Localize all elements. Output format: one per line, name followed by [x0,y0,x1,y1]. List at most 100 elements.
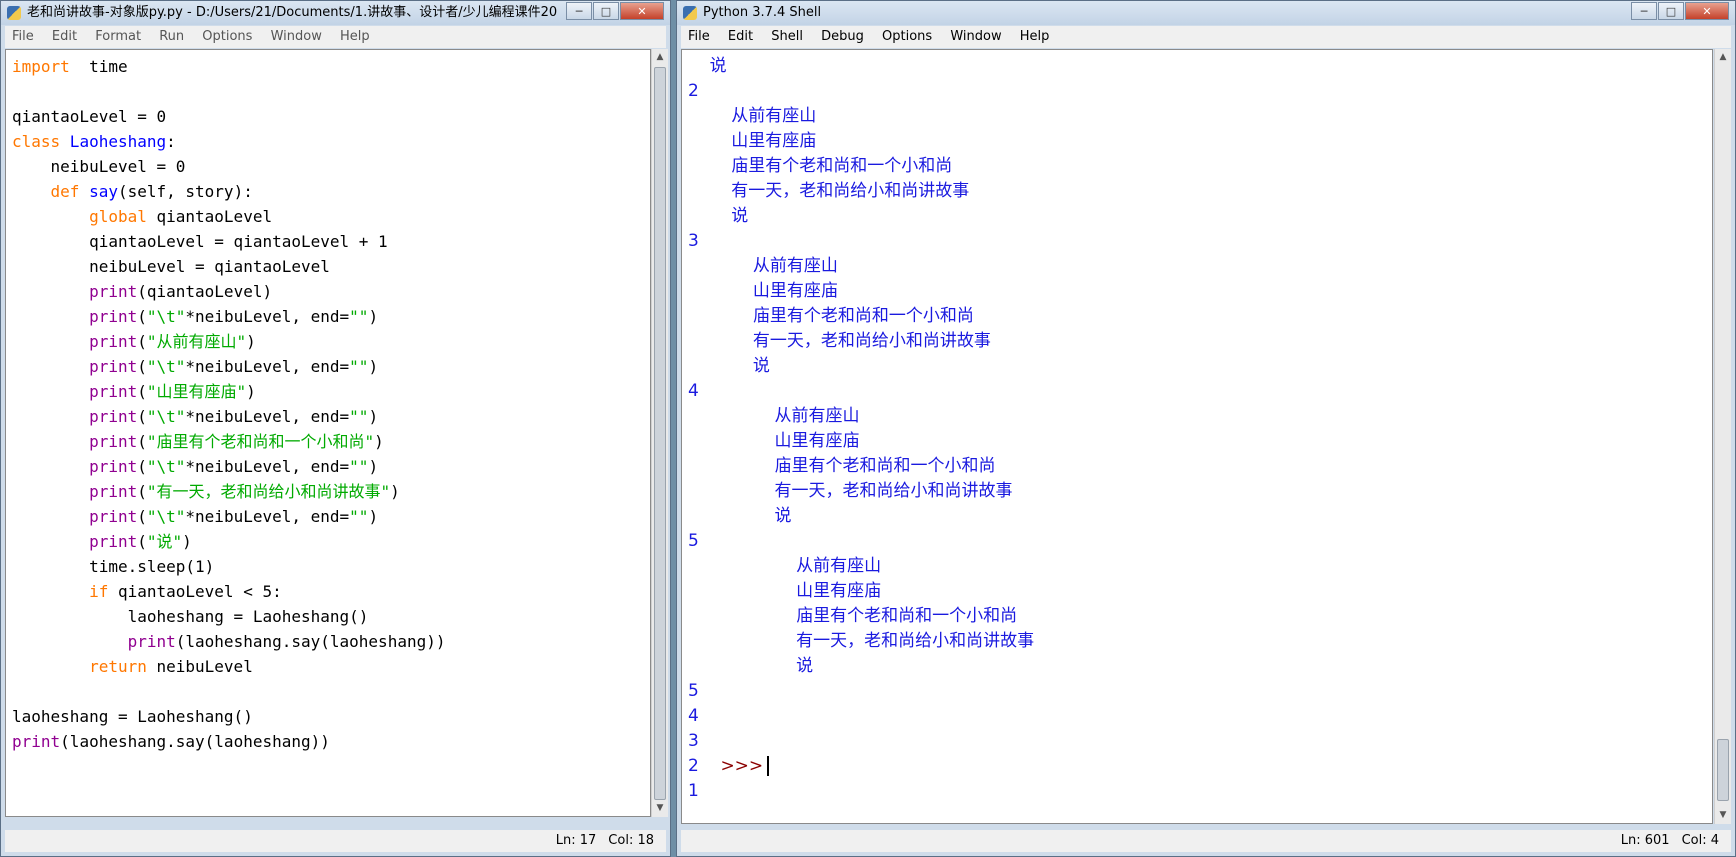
code-token: : [166,132,176,151]
shell-output-line: 4 [688,706,699,726]
text-cursor [767,756,770,776]
code-token: "" [349,457,369,476]
menu-options[interactable]: Options [882,29,932,44]
maximize-button[interactable]: □ [1658,2,1684,20]
menu-format[interactable]: Format [95,29,141,44]
shell-output-line: 5 [688,531,699,551]
editor-menubar: File Edit Format Run Options Window Help [5,26,666,48]
scroll-thumb[interactable] [1717,739,1729,801]
code-token: *neibuLevel, end= [185,457,350,476]
scroll-down-icon[interactable]: ▼ [652,800,668,817]
close-button[interactable]: ✕ [620,2,664,20]
code-token: qiantaoLevel [146,207,273,226]
shell-prompt-line[interactable]: >>> [688,729,770,776]
code-token: def [50,182,80,201]
shell-output[interactable]: 说 2 从前有座山 山里有座庙 庙里有个老和尚和一个小和尚 有一天，老和尚给小和尚… [681,49,1713,824]
code-line: print("\t"*neibuLevel, end="") [12,504,445,529]
code-line: neibuLevel = qiantaoLevel [12,254,445,279]
minimize-button[interactable]: ─ [1631,2,1657,20]
editor-titlebar[interactable]: 老和尚讲故事-对象版py.py - D:/Users/21/Documents/… [1,1,670,25]
code-editor[interactable]: import time qiantaoLevel = 0 class Laohesh… [5,49,651,817]
menu-window[interactable]: Window [271,29,322,44]
code-token: print [89,482,138,501]
code-token: laoheshang = Laoheshang() [12,707,253,726]
code-token: "" [349,357,369,376]
shell-scrollbar[interactable]: ▲ ▼ [1714,49,1731,824]
menu-edit[interactable]: Edit [728,29,753,44]
scroll-up-icon[interactable]: ▲ [1715,49,1731,66]
menu-file[interactable]: File [12,29,34,44]
shell-output-line: 庙里有个老和尚和一个小和尚 [688,156,953,176]
code-token: print [89,432,138,451]
menu-file[interactable]: File [688,29,710,44]
menu-options[interactable]: Options [202,29,252,44]
code-line: print("说") [12,529,445,554]
code-line: print("山里有座庙") [12,379,445,404]
maximize-button[interactable]: □ [593,2,619,20]
shell-output-line: 山里有座庙 [688,581,882,601]
editor-scrollbar[interactable]: ▲ ▼ [651,49,668,817]
python-shell-icon [683,6,697,20]
code-token: print [89,382,138,401]
minimize-button[interactable]: ─ [566,2,592,20]
code-token: *neibuLevel, end= [185,307,350,326]
code-token: print [89,357,138,376]
code-token: neibuLevel [146,657,253,676]
scroll-thumb[interactable] [654,67,666,800]
menu-window[interactable]: Window [950,29,1001,44]
code-line: time.sleep(1) [12,554,445,579]
shell-output-line: 有一天，老和尚给小和尚讲故事 [688,181,970,201]
status-col: Col: 18 [608,833,654,848]
code-token: print [12,732,61,751]
code-token: qiantaoLevel = 0 [12,107,167,126]
code-token: ) [368,357,379,376]
close-button[interactable]: ✕ [1685,2,1729,20]
code-token: ) [246,332,256,351]
code-token: say [79,182,118,201]
code-line: print(qiantaoLevel) [12,279,445,304]
menu-run[interactable]: Run [159,29,184,44]
shell-output-line: 山里有座庙 [688,131,817,151]
shell-output-line: 说 [688,56,727,76]
status-line: Ln: 17 [555,833,597,848]
code-token: print [89,332,138,351]
code-token: "说" [146,532,183,551]
scroll-down-icon[interactable]: ▼ [1715,807,1731,824]
shell-titlebar[interactable]: Python 3.7.4 Shell ─ □ ✕ [677,1,1735,25]
code-token: if [89,582,109,601]
code-token: print [127,632,176,651]
code-token: class [12,132,61,151]
code-line: print("从前有座山") [12,329,445,354]
code-token: "\t" [146,457,186,476]
menu-help[interactable]: Help [1020,29,1050,44]
code-token: print [89,532,138,551]
code-line: if qiantaoLevel < 5: [12,579,445,604]
menu-edit[interactable]: Edit [52,29,77,44]
menu-shell[interactable]: Shell [771,29,803,44]
code-line: print("\t"*neibuLevel, end="") [12,404,445,429]
code-token: "山里有座庙" [146,382,247,401]
menu-debug[interactable]: Debug [821,29,864,44]
code-token: ) [368,407,379,426]
code-token: neibuLevel = 0 [12,157,186,176]
menu-help[interactable]: Help [340,29,370,44]
code-token: print [89,457,138,476]
code-token: *neibuLevel, end= [185,507,350,526]
idle-file-icon [7,6,21,20]
shell-output-line: 有一天，老和尚给小和尚讲故事 [688,631,1035,651]
code-token: ( [137,482,147,501]
code-line: global qiantaoLevel [12,204,445,229]
code-token: print [89,282,138,301]
scroll-up-icon[interactable]: ▲ [652,49,668,66]
shell-statusbar: Ln: 601 Col: 4 [681,830,1731,852]
code-token: (self, story): [117,182,253,201]
status-line: Ln: 601 [1620,833,1670,848]
